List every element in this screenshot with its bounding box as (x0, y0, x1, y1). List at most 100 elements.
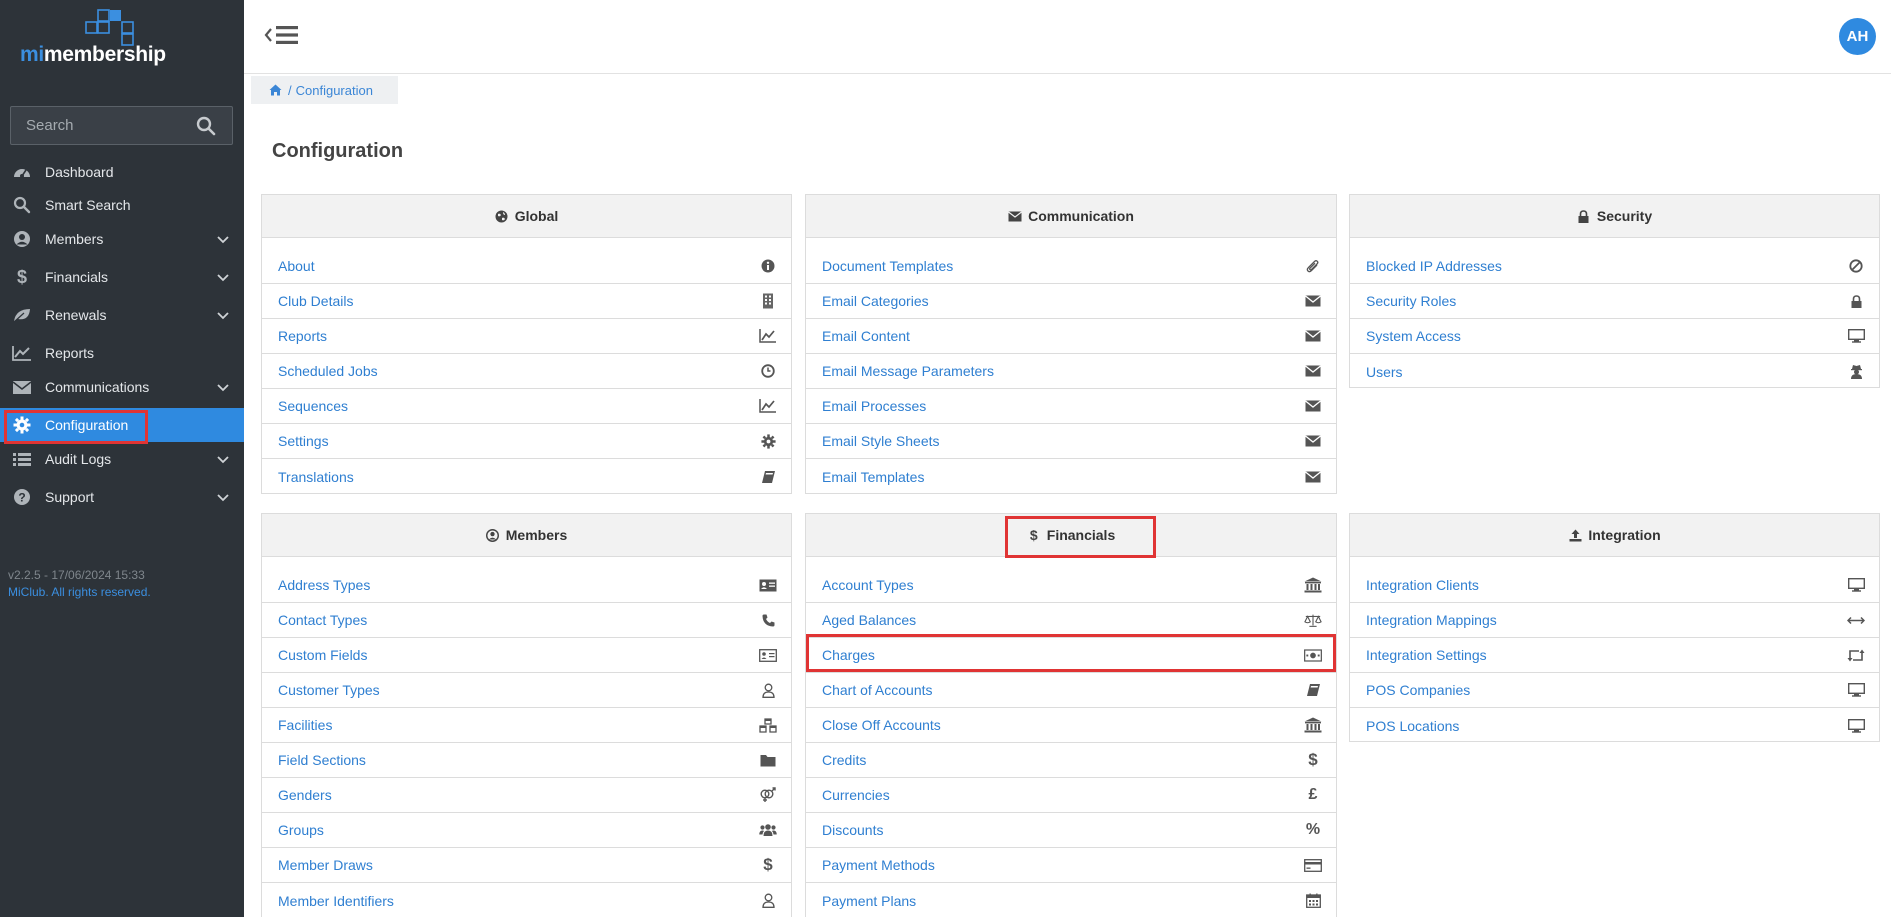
config-link-pos-companies[interactable]: POS Companies (1350, 673, 1879, 708)
config-link-integration-settings[interactable]: Integration Settings (1350, 638, 1879, 673)
config-link-email-content[interactable]: Email Content (806, 319, 1336, 354)
config-link-about[interactable]: About (262, 249, 791, 284)
config-link-custom-fields[interactable]: Custom Fields (262, 638, 791, 673)
config-link-scheduled-jobs[interactable]: Scheduled Jobs (262, 354, 791, 389)
config-link-close-off-accounts[interactable]: Close Off Accounts (806, 708, 1336, 743)
desktop-icon (1847, 328, 1865, 344)
config-link-integration-clients[interactable]: Integration Clients (1350, 568, 1879, 603)
panel-body: Address Types Contact Types Custom Field… (262, 557, 791, 917)
config-link-facilities[interactable]: Facilities (262, 708, 791, 743)
config-link-groups[interactable]: Groups (262, 813, 791, 848)
config-link-payment-plans[interactable]: Payment Plans (806, 883, 1336, 917)
config-link-credits[interactable]: Credits $ (806, 743, 1336, 778)
config-link-settings[interactable]: Settings (262, 424, 791, 459)
clock-icon (759, 363, 777, 379)
panel-header: Members (262, 514, 791, 557)
config-link-sequences[interactable]: Sequences (262, 389, 791, 424)
sidebar-toggle-icon[interactable] (263, 21, 303, 49)
leaf-icon (12, 305, 32, 325)
config-link-customer-types[interactable]: Customer Types (262, 673, 791, 708)
panel-body: Blocked IP Addresses Security Roles Syst… (1350, 238, 1879, 389)
config-link-payment-methods[interactable]: Payment Methods (806, 848, 1336, 883)
search-input[interactable] (11, 107, 191, 144)
row-label: Email Style Sheets (822, 433, 940, 449)
chevron-down-icon (217, 456, 229, 464)
row-label: Aged Balances (822, 612, 917, 628)
sidebar-item-communications[interactable]: Communications (0, 370, 244, 404)
breadcrumb-current[interactable]: Configuration (296, 83, 373, 98)
config-link-translations[interactable]: Translations (262, 459, 791, 494)
row-label: Account Types (822, 577, 914, 593)
sidebar-item-financials[interactable]: $ Financials (0, 260, 244, 294)
row-label: Contact Types (278, 612, 368, 628)
sidebar-item-reports[interactable]: Reports (0, 336, 244, 370)
book-icon (759, 469, 777, 485)
phone-icon (759, 612, 777, 628)
config-link-reports[interactable]: Reports (262, 319, 791, 354)
row-label: Address Types (278, 577, 371, 593)
sidebar-item-support[interactable]: ? Support (0, 480, 244, 514)
sidebar-item-smart-search[interactable]: Smart Search (0, 188, 244, 222)
config-link-email-processes[interactable]: Email Processes (806, 389, 1336, 424)
sidebar-item-label: Members (45, 231, 104, 247)
config-link-users[interactable]: Users (1350, 354, 1879, 389)
config-link-pos-locations[interactable]: POS Locations (1350, 708, 1879, 743)
row-label: Document Templates (822, 258, 954, 274)
paperclip-icon (1304, 258, 1322, 274)
info-circle-icon (759, 258, 777, 274)
config-link-email-templates[interactable]: Email Templates (806, 459, 1336, 494)
gear-icon (759, 433, 777, 449)
sidebar-item-members[interactable]: Members (0, 222, 244, 256)
retweet-icon (1847, 647, 1865, 663)
config-link-currencies[interactable]: Currencies £ (806, 778, 1336, 813)
chevron-down-icon (217, 312, 229, 320)
config-link-contact-types[interactable]: Contact Types (262, 603, 791, 638)
sidebar-item-dashboard[interactable]: Dashboard (0, 155, 244, 189)
sidebar-item-audit-logs[interactable]: Audit Logs (0, 442, 244, 476)
lock-icon (1847, 293, 1865, 309)
panel-body: About Club Details Reports Scheduled Job… (262, 238, 791, 494)
breadcrumb: / Configuration (251, 76, 398, 104)
config-link-field-sections[interactable]: Field Sections (262, 743, 791, 778)
list-icon (12, 449, 32, 469)
config-link-charges[interactable]: Charges (806, 638, 1336, 673)
config-link-genders[interactable]: Genders (262, 778, 791, 813)
config-link-document-templates[interactable]: Document Templates (806, 249, 1336, 284)
panel-title: Financials (1046, 527, 1116, 543)
config-link-system-access[interactable]: System Access (1350, 319, 1879, 354)
config-link-security-roles[interactable]: Security Roles (1350, 284, 1879, 319)
search-icon (12, 195, 32, 215)
config-link-account-types[interactable]: Account Types (806, 568, 1336, 603)
sidebar-item-label: Smart Search (45, 197, 131, 213)
panel-communication: Communication Document Templates Email C… (805, 194, 1337, 494)
config-link-club-details[interactable]: Club Details (262, 284, 791, 319)
sidebar-item-renewals[interactable]: Renewals (0, 298, 244, 332)
sidebar-item-label: Dashboard (45, 164, 114, 180)
user-avatar[interactable]: AH (1839, 18, 1876, 55)
user-circle-icon (12, 229, 32, 249)
config-link-integration-mappings[interactable]: Integration Mappings (1350, 603, 1879, 638)
row-label: Translations (278, 468, 354, 485)
config-link-email-message-parameters[interactable]: Email Message Parameters (806, 354, 1336, 389)
sidebar-item-label: Communications (45, 379, 150, 395)
config-link-member-identifiers[interactable]: Member Identifiers (262, 883, 791, 917)
users-icon (759, 822, 777, 838)
page-title: Configuration (272, 140, 404, 162)
search-icon[interactable] (196, 116, 216, 136)
home-icon[interactable] (269, 84, 282, 96)
config-link-aged-balances[interactable]: Aged Balances (806, 603, 1336, 638)
logo-text: mimembership (20, 43, 166, 67)
config-link-chart-of-accounts[interactable]: Chart of Accounts (806, 673, 1336, 708)
row-label: Scheduled Jobs (278, 363, 378, 379)
highlight-configuration-nav (4, 410, 148, 444)
user-outline-icon (759, 682, 777, 698)
config-link-address-types[interactable]: Address Types (262, 568, 791, 603)
copyright-text: MiClub. All rights reserved. (8, 585, 151, 599)
dollar-icon: $ (16, 266, 27, 287)
config-link-discounts[interactable]: Discounts% (806, 813, 1336, 848)
panel-security: Security Blocked IP Addresses Security R… (1349, 194, 1880, 388)
config-link-member-draws[interactable]: Member Draws $ (262, 848, 791, 883)
config-link-blocked-ip-addresses[interactable]: Blocked IP Addresses (1350, 249, 1879, 284)
config-link-email-style-sheets[interactable]: Email Style Sheets (806, 424, 1336, 459)
config-link-email-categories[interactable]: Email Categories (806, 284, 1336, 319)
